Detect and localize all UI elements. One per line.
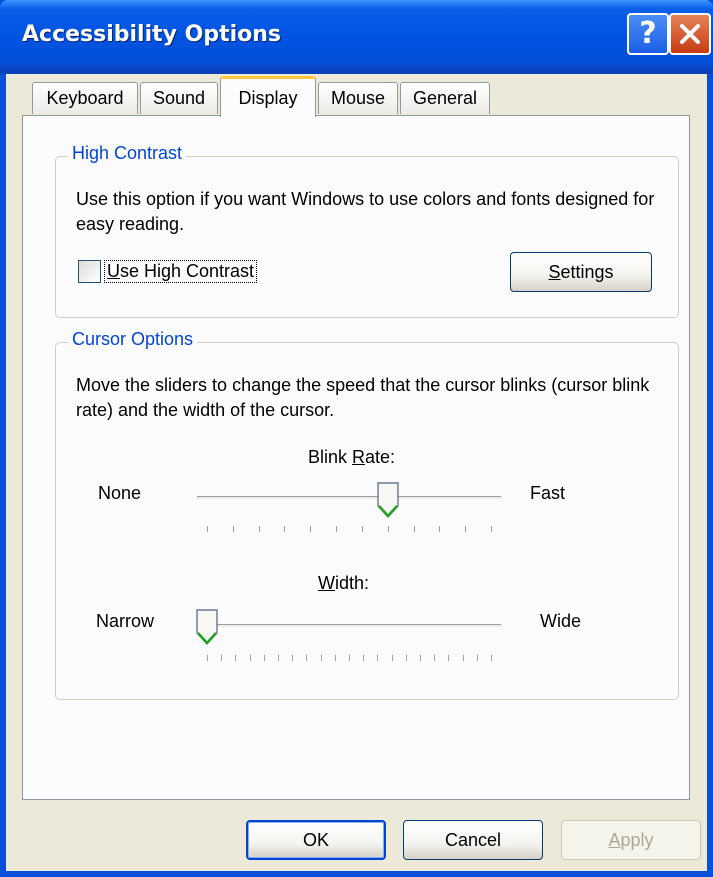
blink-rate-label: Blink Rate: bbox=[308, 447, 396, 467]
cursor-options-legend: Cursor Options bbox=[68, 329, 198, 350]
tick-mark bbox=[249, 655, 251, 661]
apply-button[interactable]: Apply bbox=[561, 820, 701, 860]
question-mark-icon: ? bbox=[639, 16, 657, 51]
cancel-button[interactable]: Cancel bbox=[403, 820, 543, 860]
tick-mark bbox=[349, 655, 350, 661]
tick-mark bbox=[391, 655, 393, 661]
tick-mark bbox=[334, 655, 336, 661]
tick-mark bbox=[263, 655, 265, 661]
window-title: Accessibility Options bbox=[22, 22, 282, 47]
tab-general[interactable]: General bbox=[400, 82, 490, 114]
tick-mark bbox=[387, 526, 389, 532]
use-high-contrast-label[interactable]: Use High Contrast bbox=[104, 260, 258, 283]
tick-mark bbox=[363, 655, 365, 661]
cursor-options-group: Cursor Options Move the sliders to chang… bbox=[55, 329, 679, 700]
width-min-label: Narrow bbox=[96, 611, 155, 631]
tick-mark bbox=[306, 655, 308, 661]
display-tab-panel: High Contrast Use this option if you wan… bbox=[22, 115, 690, 800]
tick-mark bbox=[284, 526, 286, 532]
cursor-options-description: Move the sliders to change the speed tha… bbox=[76, 375, 650, 420]
blink-rate-min-label: None bbox=[98, 483, 142, 503]
help-button[interactable]: ? bbox=[627, 13, 669, 55]
ok-button[interactable]: OK bbox=[246, 820, 386, 860]
tab-mouse[interactable]: Mouse bbox=[318, 82, 398, 114]
tick-mark bbox=[336, 526, 338, 532]
tab-display[interactable]: Display bbox=[220, 76, 316, 117]
width-label: Width: bbox=[318, 573, 370, 593]
use-high-contrast-checkbox[interactable] bbox=[78, 260, 101, 283]
tick-mark bbox=[439, 526, 441, 532]
tick-mark bbox=[448, 655, 450, 661]
tab-keyboard[interactable]: Keyboard bbox=[32, 82, 138, 114]
tick-mark bbox=[320, 655, 322, 661]
tick-mark bbox=[405, 655, 407, 661]
width-slider-track[interactable] bbox=[197, 624, 501, 628]
tick-mark bbox=[207, 526, 208, 532]
width-slider-thumb[interactable] bbox=[196, 609, 218, 645]
tick-mark bbox=[235, 655, 237, 661]
close-icon bbox=[680, 24, 700, 44]
blink-rate-slider-track[interactable] bbox=[197, 496, 501, 500]
tick-mark bbox=[292, 655, 294, 661]
blink-rate-max-label: Fast bbox=[530, 483, 566, 503]
tick-mark bbox=[377, 655, 379, 661]
tick-mark bbox=[434, 655, 436, 661]
tick-mark bbox=[232, 526, 234, 532]
blink-rate-slider-thumb[interactable] bbox=[377, 482, 399, 518]
width-max-label: Wide bbox=[540, 611, 582, 631]
close-button[interactable] bbox=[669, 13, 711, 55]
high-contrast-description: Use this option if you want Windows to u… bbox=[76, 189, 655, 234]
high-contrast-group: High Contrast Use this option if you wan… bbox=[55, 143, 679, 318]
tick-mark bbox=[310, 526, 312, 532]
title-bar[interactable]: Accessibility Options ? bbox=[0, 0, 713, 74]
tick-mark bbox=[491, 526, 492, 532]
tick-mark bbox=[361, 526, 363, 532]
tick-mark bbox=[278, 655, 279, 661]
tab-sound[interactable]: Sound bbox=[140, 82, 218, 114]
tick-mark bbox=[491, 655, 492, 661]
tick-mark bbox=[207, 655, 208, 661]
tick-mark bbox=[413, 526, 415, 532]
high-contrast-legend: High Contrast bbox=[68, 143, 187, 164]
tick-mark bbox=[221, 655, 223, 661]
blink-rate-tick-marks bbox=[197, 526, 501, 534]
tick-mark bbox=[258, 526, 260, 532]
tick-mark bbox=[420, 655, 421, 661]
tick-mark bbox=[462, 655, 464, 661]
settings-button[interactable]: Settings bbox=[510, 252, 652, 292]
width-tick-marks bbox=[197, 655, 501, 663]
tick-mark bbox=[465, 526, 467, 532]
tick-mark bbox=[476, 655, 478, 661]
